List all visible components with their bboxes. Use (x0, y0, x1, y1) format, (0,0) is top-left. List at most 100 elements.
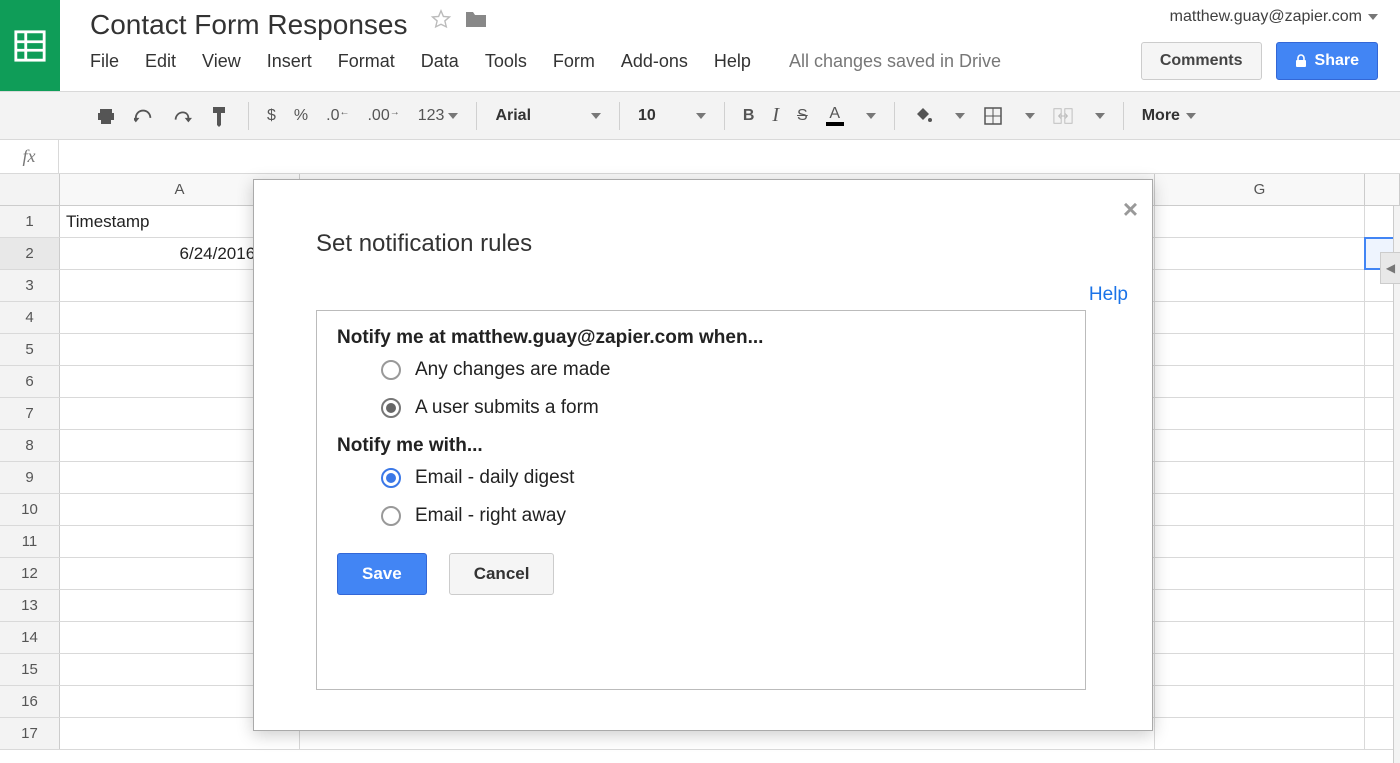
cell[interactable] (1155, 558, 1365, 589)
cell[interactable] (1155, 238, 1365, 269)
cell[interactable] (1155, 622, 1365, 653)
help-link[interactable]: Help (1089, 284, 1128, 306)
vertical-scrollbar[interactable] (1393, 206, 1400, 763)
row-header[interactable]: 1 (0, 206, 60, 237)
menu-edit[interactable]: Edit (145, 51, 176, 72)
select-all-corner[interactable] (0, 174, 60, 205)
cell[interactable] (1155, 398, 1365, 429)
cell[interactable] (1155, 718, 1365, 749)
row-header[interactable]: 3 (0, 270, 60, 301)
text-color-button[interactable]: A (826, 106, 844, 126)
row-header[interactable]: 11 (0, 526, 60, 557)
account-menu[interactable]: matthew.guay@zapier.com (1170, 8, 1378, 26)
font-size-select[interactable]: 10 (638, 107, 706, 125)
cell[interactable] (1155, 686, 1365, 717)
row-header[interactable]: 6 (0, 366, 60, 397)
paint-format-icon[interactable] (210, 106, 230, 126)
close-icon[interactable]: × (1123, 194, 1138, 225)
menu-view[interactable]: View (202, 51, 241, 72)
formula-input[interactable] (58, 140, 1400, 173)
increase-decimal[interactable]: .00→ (367, 107, 399, 125)
toolbar-more[interactable]: More (1142, 107, 1196, 125)
radio-label: Email - right away (415, 505, 566, 527)
explore-toggle[interactable]: ◀ (1380, 252, 1400, 284)
menu-bar: File Edit View Insert Format Data Tools … (90, 51, 1129, 72)
app-logo[interactable] (0, 0, 60, 91)
cell[interactable] (1155, 430, 1365, 461)
bold-button[interactable]: B (743, 107, 755, 125)
cell[interactable] (1155, 206, 1365, 237)
format-percent[interactable]: % (294, 107, 308, 125)
radio-user-submits-form[interactable]: A user submits a form (381, 397, 1065, 419)
menu-file[interactable]: File (90, 51, 119, 72)
radio-label: A user submits a form (415, 397, 599, 419)
comments-button[interactable]: Comments (1141, 42, 1262, 80)
menu-form[interactable]: Form (553, 51, 595, 72)
chevron-down-icon[interactable] (866, 113, 876, 119)
column-header-edge (1365, 174, 1400, 205)
cell[interactable] (1155, 366, 1365, 397)
cell[interactable] (1155, 302, 1365, 333)
cell[interactable] (1155, 590, 1365, 621)
header: Contact Form Responses File Edit View In… (0, 0, 1400, 92)
folder-icon[interactable] (464, 9, 488, 29)
row-header[interactable]: 5 (0, 334, 60, 365)
save-button[interactable]: Save (337, 553, 427, 595)
row-header[interactable]: 17 (0, 718, 60, 749)
fx-label: fx (0, 146, 58, 167)
undo-icon[interactable] (134, 106, 154, 126)
borders-icon[interactable] (983, 106, 1003, 126)
chevron-down-icon (448, 113, 458, 119)
cancel-button[interactable]: Cancel (449, 553, 555, 595)
italic-button[interactable]: I (772, 104, 779, 127)
menu-format[interactable]: Format (338, 51, 395, 72)
cell[interactable] (1155, 462, 1365, 493)
cell[interactable] (1155, 526, 1365, 557)
chevron-down-icon[interactable] (1025, 113, 1035, 119)
redo-icon[interactable] (172, 106, 192, 126)
radio-label: Email - daily digest (415, 467, 574, 489)
row-header[interactable]: 10 (0, 494, 60, 525)
menu-help[interactable]: Help (714, 51, 751, 72)
radio-icon (381, 360, 401, 380)
comments-label: Comments (1160, 52, 1243, 70)
radio-any-changes[interactable]: Any changes are made (381, 359, 1065, 381)
row-header[interactable]: 12 (0, 558, 60, 589)
chevron-down-icon[interactable] (1095, 113, 1105, 119)
font-size: 10 (638, 107, 656, 125)
format-currency[interactable]: $ (267, 107, 276, 125)
row-header[interactable]: 7 (0, 398, 60, 429)
font-select[interactable]: Arial (495, 107, 601, 125)
menu-insert[interactable]: Insert (267, 51, 312, 72)
decrease-decimal[interactable]: .0← (326, 107, 349, 125)
row-header[interactable]: 4 (0, 302, 60, 333)
share-button[interactable]: Share (1276, 42, 1378, 80)
column-header-G[interactable]: G (1155, 174, 1365, 205)
menu-data[interactable]: Data (421, 51, 459, 72)
row-header[interactable]: 13 (0, 590, 60, 621)
radio-right-away[interactable]: Email - right away (381, 505, 1065, 527)
chevron-down-icon[interactable] (955, 113, 965, 119)
row-header[interactable]: 9 (0, 462, 60, 493)
row-header[interactable]: 14 (0, 622, 60, 653)
radio-icon (381, 468, 401, 488)
strikethrough-button[interactable]: S (797, 107, 808, 125)
number-format[interactable]: 123 (418, 107, 459, 125)
row-header[interactable]: 15 (0, 654, 60, 685)
cell[interactable] (1155, 334, 1365, 365)
cell[interactable] (1155, 270, 1365, 301)
document-title[interactable]: Contact Form Responses (90, 9, 407, 40)
print-icon[interactable] (96, 106, 116, 126)
chevron-down-icon (591, 113, 601, 119)
row-header[interactable]: 8 (0, 430, 60, 461)
star-icon[interactable] (430, 8, 452, 30)
fill-color-icon[interactable] (913, 106, 933, 126)
merge-cells-icon[interactable] (1053, 106, 1073, 126)
menu-tools[interactable]: Tools (485, 51, 527, 72)
cell[interactable] (1155, 494, 1365, 525)
row-header[interactable]: 16 (0, 686, 60, 717)
cell[interactable] (1155, 654, 1365, 685)
radio-daily-digest[interactable]: Email - daily digest (381, 467, 1065, 489)
row-header[interactable]: 2 (0, 238, 60, 269)
menu-addons[interactable]: Add-ons (621, 51, 688, 72)
